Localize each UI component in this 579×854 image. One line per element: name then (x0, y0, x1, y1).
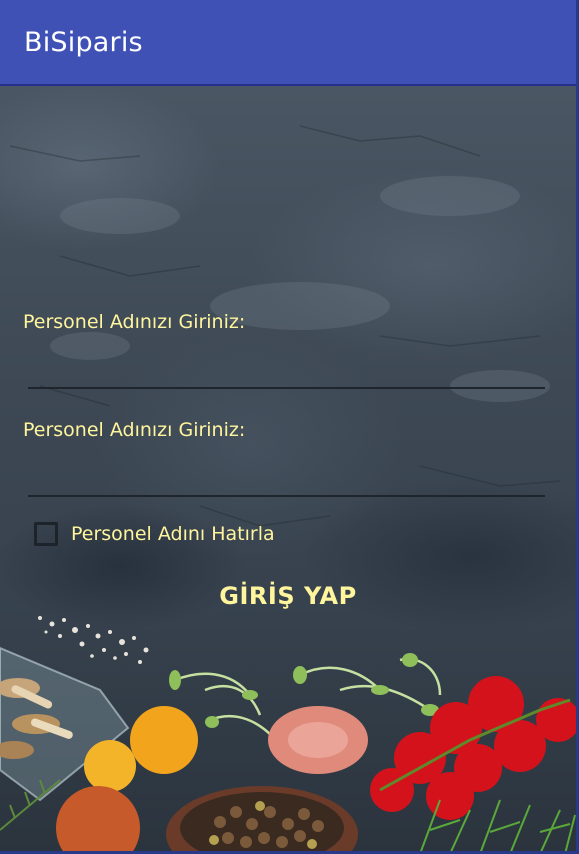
app-bar: BiSiparis (0, 0, 576, 86)
checkbox-icon[interactable] (34, 522, 58, 546)
food-illustration (0, 616, 576, 851)
salt-flakes (38, 616, 149, 664)
remember-me-row[interactable]: Personel Adını Hatırla (34, 522, 275, 546)
password-label: Personel Adınızı Giriniz: (23, 419, 246, 441)
yellow-tomato (130, 706, 198, 774)
app-window: BiSiparis Personel Adınızı Giriniz: Pers… (0, 0, 579, 854)
username-label: Personel Adınızı Giriniz: (23, 311, 246, 333)
yellow-tomato (84, 740, 136, 792)
password-input[interactable] (28, 457, 545, 497)
username-input[interactable] (28, 349, 545, 389)
brown-onion (56, 786, 140, 851)
app-title: BiSiparis (24, 26, 143, 58)
cherry-tomatoes (370, 676, 576, 820)
remember-me-label: Personel Adını Hatırla (71, 523, 275, 545)
